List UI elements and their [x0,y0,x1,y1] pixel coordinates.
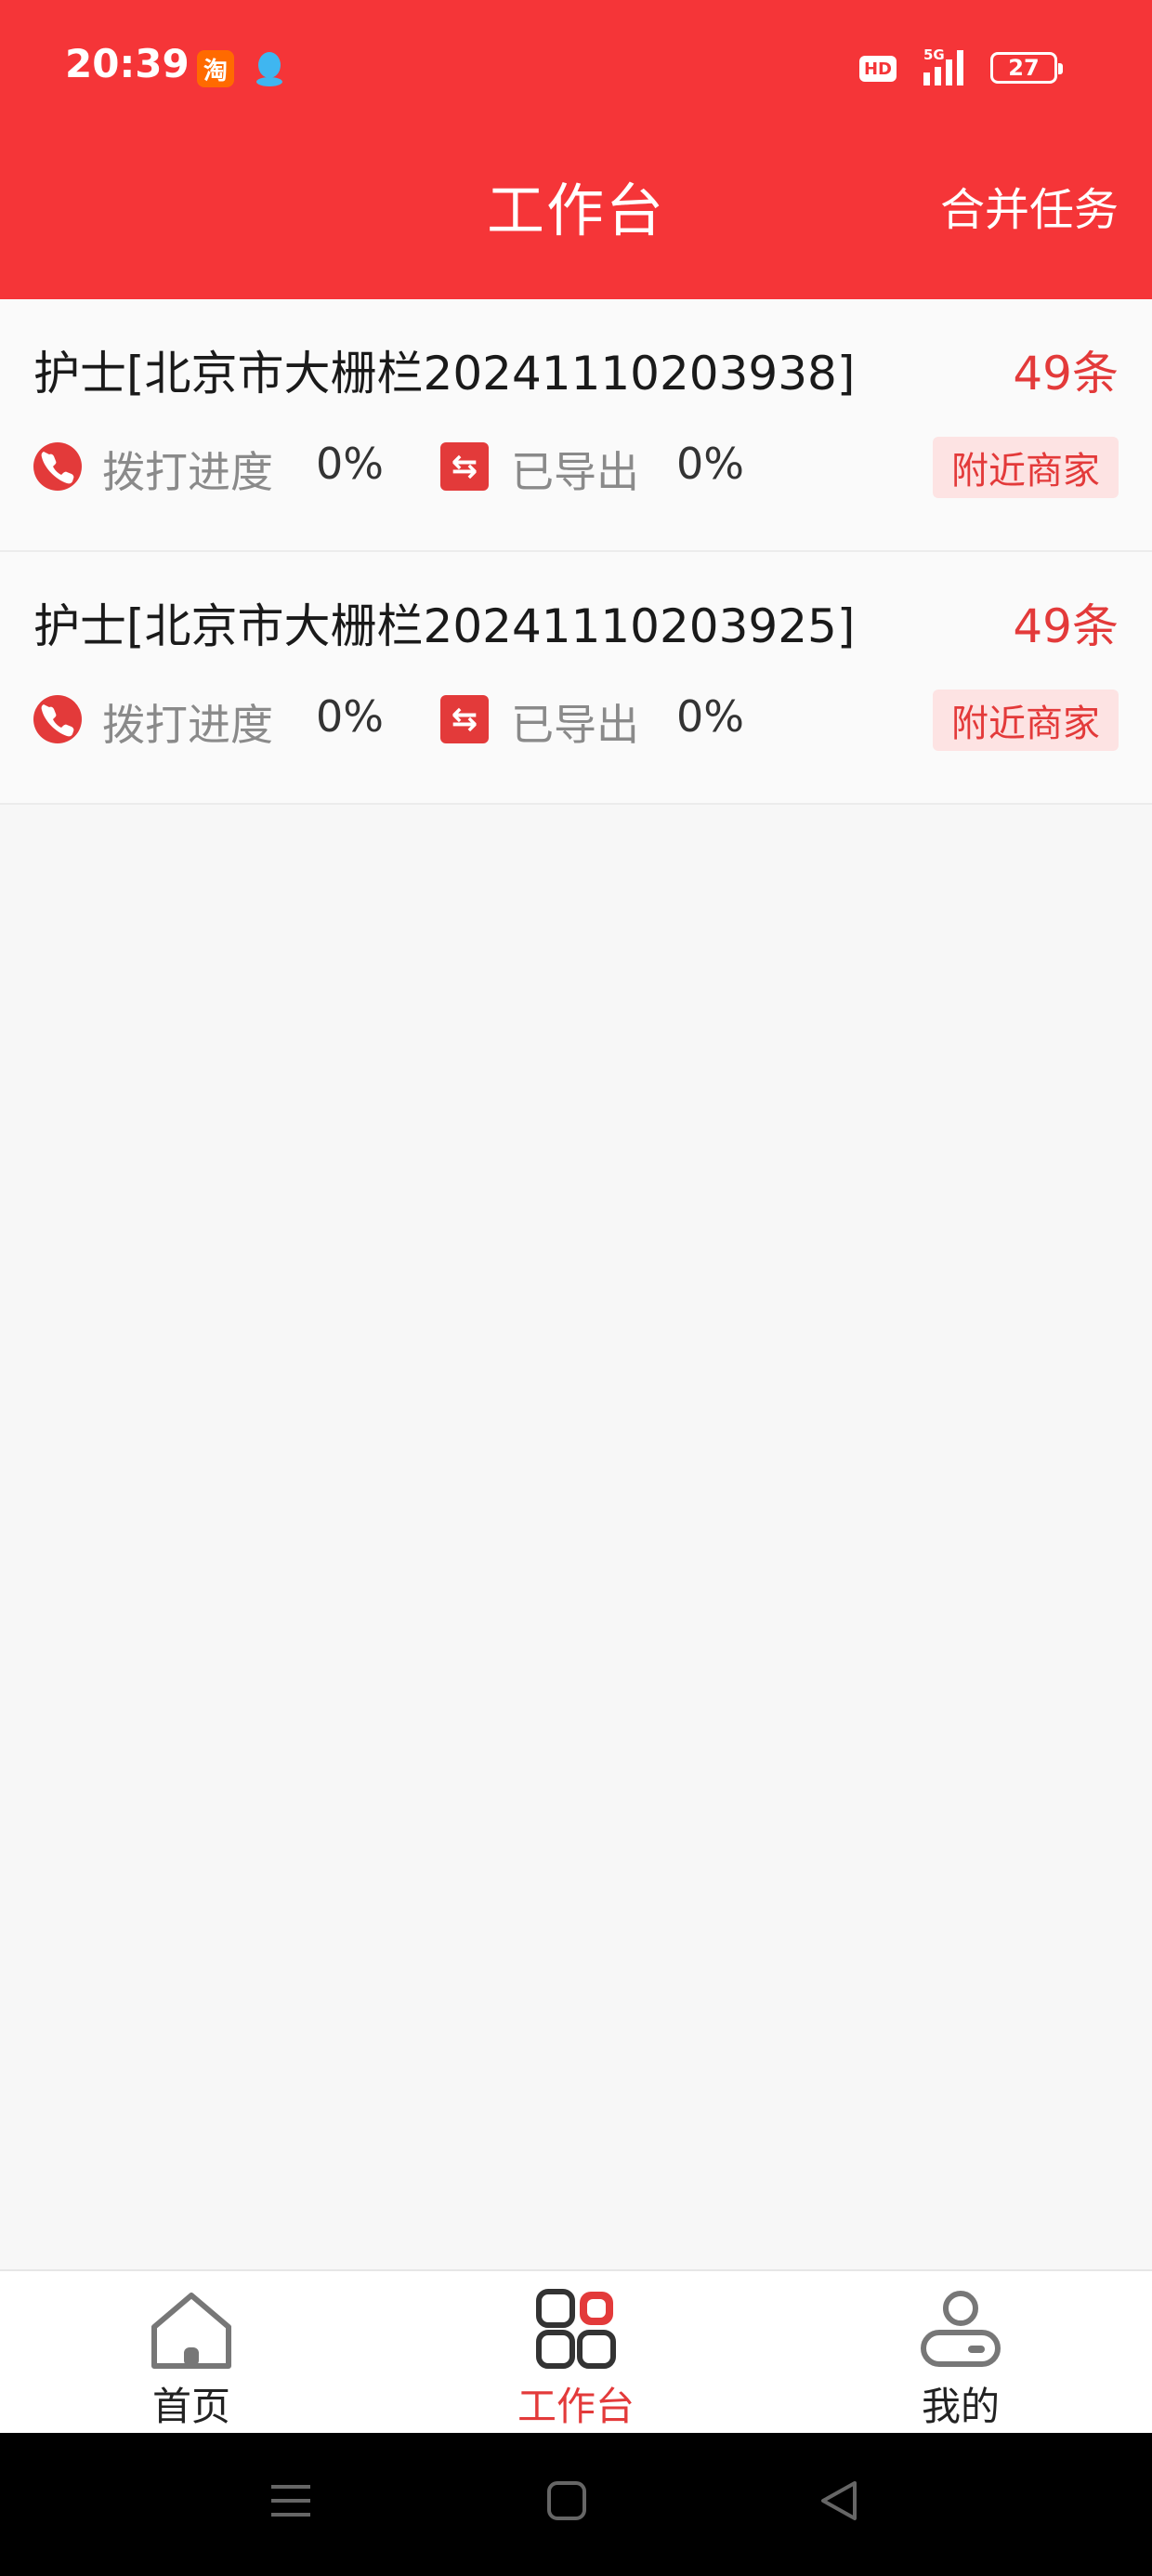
dial-progress-value: 0% [316,691,384,742]
status-time: 20:39 [65,41,190,86]
dial-progress-label: 拨打进度 [102,447,273,497]
phone-icon [33,442,82,491]
nav-mine-label: 我的 [921,2384,1000,2429]
task-stats: 拨打进度 0% ⇆ 已导出 0% 附近商家 [33,437,1119,498]
exported-label: 已导出 [511,447,639,497]
nav-home[interactable]: 首页 [71,2271,312,2435]
exported-label: 已导出 [511,700,639,750]
system-nav-bar [0,2433,1152,2576]
status-bar: 20:39 淘 HD 5G 27 [0,0,1152,139]
workbench-grid-icon [536,2289,616,2369]
phone-icon [33,695,82,743]
battery-indicator: 27 [990,52,1063,84]
task-card[interactable]: 护士[北京市大栅栏20241110203925] 49条 拨打进度 0% ⇆ 已… [0,552,1152,805]
home-icon [151,2293,231,2369]
nearby-merchants-tag[interactable]: 附近商家 [933,437,1119,498]
merge-tasks-button[interactable]: 合并任务 [940,173,1119,238]
dial-progress-value: 0% [316,439,384,489]
task-title: 护士[北京市大栅栏20241110203938] [33,347,856,401]
task-count: 49条 [1013,599,1119,653]
nav-workbench[interactable]: 工作台 [455,2271,697,2435]
back-triangle-icon[interactable] [818,2479,860,2522]
exported-value: 0% [676,691,744,742]
export-icon: ⇆ [440,695,489,743]
exported-value: 0% [676,439,744,489]
user-icon [921,2291,1001,2367]
app-header: 20:39 淘 HD 5G 27 工作台 合并任务 [0,0,1152,299]
task-list: 护士[北京市大栅栏20241110203938] 49条 拨打进度 0% ⇆ 已… [0,299,1152,805]
network-type-label: 5G [923,46,945,63]
nav-home-label: 首页 [151,2384,230,2429]
home-square-icon[interactable] [546,2479,587,2522]
nav-workbench-label: 工作台 [517,2384,635,2429]
export-icon: ⇆ [440,442,489,491]
menu-icon[interactable] [269,2479,312,2522]
nav-mine[interactable]: 我的 [840,2271,1081,2435]
hd-badge: HD [859,56,897,82]
task-stats: 拨打进度 0% ⇆ 已导出 0% 附近商家 [33,690,1119,751]
dial-progress-label: 拨打进度 [102,700,273,750]
task-title: 护士[北京市大栅栏20241110203925] [33,599,856,653]
qq-notification-icon [251,50,288,87]
signal-5g-icon: 5G [923,46,963,85]
task-count: 49条 [1013,347,1119,401]
bottom-nav: 首页 工作台 我的 [0,2269,1152,2433]
task-card[interactable]: 护士[北京市大栅栏20241110203938] 49条 拨打进度 0% ⇆ 已… [0,299,1152,552]
taobao-notification-icon: 淘 [197,50,234,87]
nearby-merchants-tag[interactable]: 附近商家 [933,690,1119,751]
